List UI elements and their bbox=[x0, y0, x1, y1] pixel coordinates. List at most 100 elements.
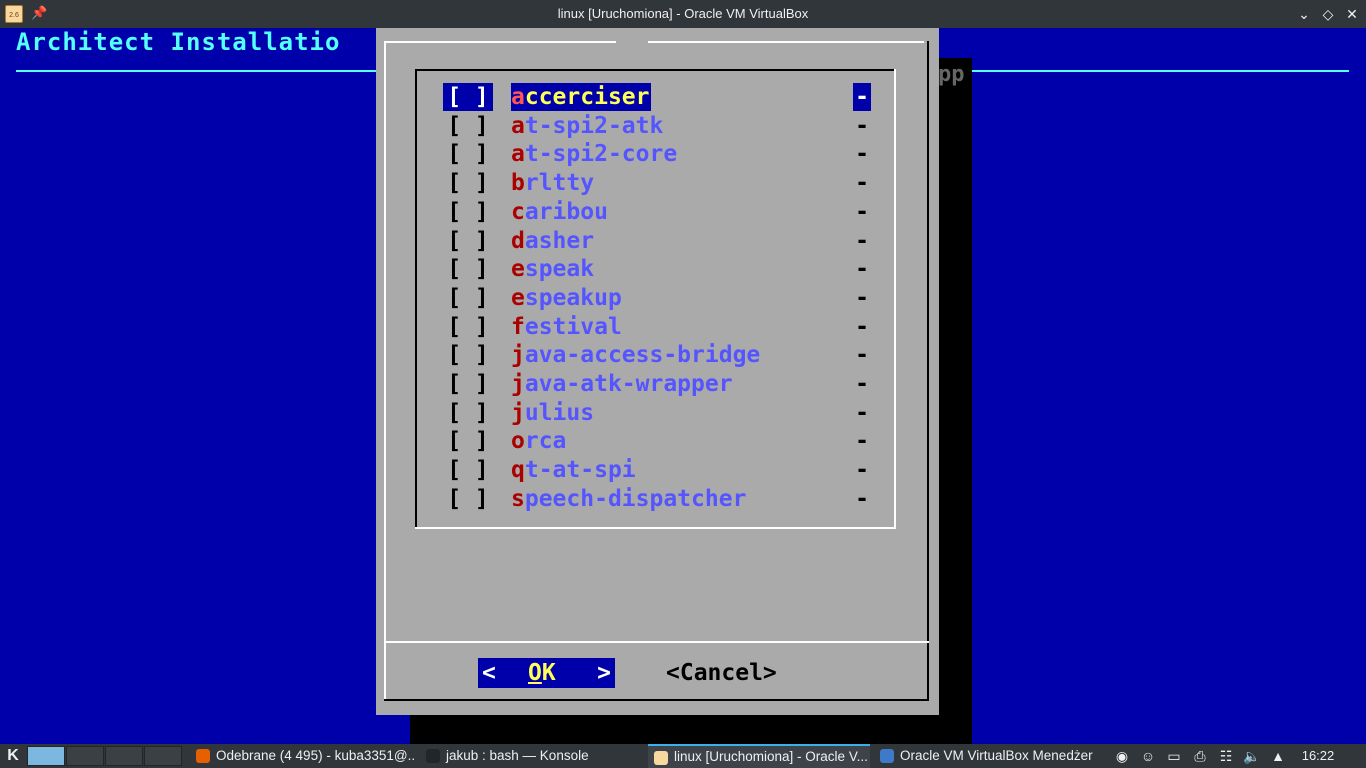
package-item[interactable]: [ ] festival - bbox=[443, 313, 873, 341]
taskbar-task-label: linux [Uruchomiona] - Oracle V... bbox=[674, 749, 868, 764]
package-name: at-spi2-atk bbox=[511, 112, 665, 140]
clock[interactable]: 16:22 bbox=[1298, 744, 1338, 768]
package-item[interactable]: [ ] julius - bbox=[443, 399, 873, 427]
package-name: qt-at-spi bbox=[511, 456, 638, 484]
close-icon[interactable]: ✕ bbox=[1342, 4, 1362, 24]
window-title: linux [Uruchomiona] - Oracle VM VirtualB… bbox=[557, 6, 809, 21]
pager-desktop-4[interactable] bbox=[144, 746, 182, 766]
ok-button[interactable]: < OK > bbox=[478, 658, 615, 688]
package-name: espeak bbox=[511, 255, 596, 283]
package-name: dasher bbox=[511, 227, 596, 255]
package-item[interactable]: [ ] at-spi2-atk - bbox=[443, 112, 873, 140]
package-item[interactable]: [ ] at-spi2-core - bbox=[443, 140, 873, 168]
package-name: festival bbox=[511, 313, 624, 341]
package-checkbox[interactable]: [ ] bbox=[443, 370, 493, 398]
package-checkbox[interactable]: [ ] bbox=[443, 284, 493, 312]
package-status: - bbox=[855, 371, 869, 397]
package-checkbox[interactable]: [ ] bbox=[443, 227, 493, 255]
package-status: - bbox=[855, 141, 869, 168]
package-checkbox[interactable]: [ ] bbox=[443, 255, 493, 283]
taskbar: K Odebrane (4 495) - kuba3351@... jakub :… bbox=[0, 744, 1366, 768]
package-name: accerciser bbox=[511, 83, 652, 111]
list-border bbox=[415, 69, 896, 71]
expand-tray-icon[interactable]: ▲ bbox=[1268, 744, 1288, 768]
package-hotkey: j bbox=[511, 342, 525, 369]
taskbar-task-label: jakub : bash — Konsole bbox=[446, 748, 589, 763]
package-checkbox[interactable]: [ ] bbox=[443, 140, 493, 168]
shadow-text: pp bbox=[938, 62, 965, 87]
package-hotkey: q bbox=[511, 457, 525, 484]
taskbar-task[interactable]: Odebrane (4 495) - kuba3351@... bbox=[190, 744, 416, 768]
package-item[interactable]: [ ] espeak - bbox=[443, 255, 873, 283]
package-hotkey: d bbox=[511, 227, 525, 254]
kde-launcher-icon[interactable]: K bbox=[2, 745, 24, 767]
pager-desktop-1[interactable] bbox=[27, 746, 65, 766]
package-item[interactable]: [ ] qt-at-spi - bbox=[443, 456, 873, 484]
ok-left-bracket: < bbox=[482, 660, 496, 686]
taskbar-task-label: Oracle VM VirtualBox Menedżer bbox=[900, 748, 1093, 763]
package-hotkey: o bbox=[511, 428, 525, 455]
package-item[interactable]: [ ] espeakup - bbox=[443, 284, 873, 312]
package-item[interactable]: [ ] accerciser - bbox=[443, 83, 873, 111]
clipboard-icon[interactable]: ☷ bbox=[1216, 744, 1236, 768]
button-separator bbox=[384, 641, 929, 643]
package-name-rest: asher bbox=[524, 227, 595, 254]
cancel-label: <Cancel> bbox=[666, 660, 777, 686]
package-name-rest: speakup bbox=[524, 284, 622, 311]
package-hotkey: e bbox=[511, 256, 525, 283]
taskbar-task[interactable]: jakub : bash — Konsole bbox=[420, 744, 644, 768]
package-checkbox[interactable]: [ ] bbox=[443, 399, 493, 427]
package-status: - bbox=[855, 112, 869, 139]
package-status: - bbox=[855, 342, 869, 369]
package-status: - bbox=[855, 313, 869, 340]
package-checkbox[interactable]: [ ] bbox=[443, 313, 493, 341]
package-checkbox[interactable]: [ ] bbox=[443, 427, 493, 455]
package-status: - bbox=[855, 399, 869, 426]
package-item[interactable]: [ ] java-access-bridge - bbox=[443, 341, 873, 369]
package-name-rest: t-spi2-core bbox=[524, 141, 678, 168]
package-item[interactable]: [ ] speech-dispatcher - bbox=[443, 485, 873, 513]
battery-icon[interactable]: ▭ bbox=[1164, 744, 1184, 768]
taskbar-task[interactable]: Oracle VM VirtualBox Menedżer bbox=[874, 744, 1099, 768]
package-checkbox[interactable]: [ ] bbox=[443, 83, 493, 111]
package-name: speech-dispatcher bbox=[511, 485, 748, 513]
minimize-icon[interactable]: ⌄ bbox=[1294, 4, 1314, 24]
package-item[interactable]: [ ] orca - bbox=[443, 427, 873, 455]
package-name-rest: t-spi2-atk bbox=[524, 112, 664, 139]
package-checkbox[interactable]: [ ] bbox=[443, 456, 493, 484]
virtualbox-manager-icon bbox=[880, 749, 894, 763]
maximize-icon[interactable]: ◇ bbox=[1318, 4, 1338, 24]
package-name: julius bbox=[511, 399, 596, 427]
vm-screen[interactable]: Architect Installatio pp [ ] accerciser -[… bbox=[0, 28, 1366, 748]
package-checkbox[interactable]: [ ] bbox=[443, 485, 493, 513]
package-hotkey: s bbox=[511, 485, 525, 512]
package-name: orca bbox=[511, 427, 568, 455]
package-item[interactable]: [ ] brltty - bbox=[443, 169, 873, 197]
wifi-icon[interactable]: ◉ bbox=[1112, 744, 1132, 768]
package-item[interactable]: [ ] dasher - bbox=[443, 227, 873, 255]
list-border bbox=[415, 527, 896, 529]
package-name-rest: ccerciser bbox=[524, 84, 650, 110]
cancel-button[interactable]: <Cancel> bbox=[666, 658, 806, 688]
user-icon[interactable]: ☺ bbox=[1138, 744, 1158, 768]
package-name-rest: speak bbox=[524, 256, 595, 283]
dialog-border bbox=[384, 699, 929, 701]
pager-desktop-2[interactable] bbox=[66, 746, 104, 766]
package-item[interactable]: [ ] java-atk-wrapper - bbox=[443, 370, 873, 398]
package-checkbox[interactable]: [ ] bbox=[443, 112, 493, 140]
package-name: java-atk-wrapper bbox=[511, 370, 735, 398]
package-checkbox[interactable]: [ ] bbox=[443, 169, 493, 197]
package-status: - bbox=[855, 170, 869, 197]
package-checkbox[interactable]: [ ] bbox=[443, 198, 493, 226]
volume-icon[interactable]: 🔈 bbox=[1242, 744, 1262, 768]
package-status: - bbox=[855, 198, 869, 225]
package-name: java-access-bridge bbox=[511, 341, 762, 369]
taskbar-task[interactable]: linux [Uruchomiona] - Oracle V... bbox=[648, 744, 870, 768]
printer-icon[interactable]: ⎙ bbox=[1190, 744, 1210, 768]
pager-desktop-3[interactable] bbox=[105, 746, 143, 766]
package-list[interactable]: [ ] accerciser -[ ] at-spi2-atk -[ ] at-spi2-… bbox=[415, 69, 896, 529]
window-titlebar: 2.6 📌 linux [Uruchomiona] - Oracle VM Vi… bbox=[0, 0, 1366, 28]
package-checkbox[interactable]: [ ] bbox=[443, 341, 493, 369]
package-name-rest: rltty bbox=[524, 170, 595, 197]
package-item[interactable]: [ ] caribou - bbox=[443, 198, 873, 226]
